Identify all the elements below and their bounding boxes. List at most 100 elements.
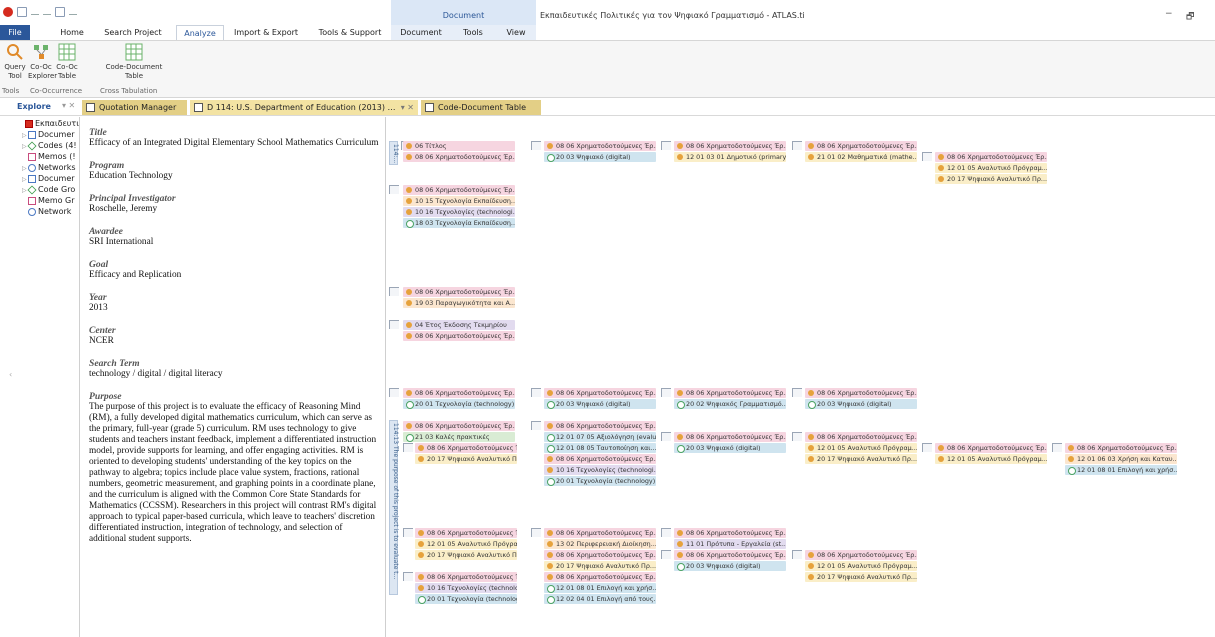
tab-home[interactable]: Home [55, 25, 89, 40]
code-label[interactable]: 08 06 Χρηματοδοτούμενες Έρ... [403, 152, 515, 162]
code-label[interactable]: 12 01 05 Αναλυτικό Πρόγραμ... [935, 163, 1047, 173]
code-label[interactable]: 10 16 Τεχνολογίες (technologi... [544, 465, 656, 475]
code-label[interactable]: 08 06 Χρηματοδοτούμενες Έρ... [805, 388, 917, 398]
code-group-bracket[interactable] [661, 388, 671, 397]
code-label[interactable]: 08 06 Χρηματοδοτούμενες Έρ... [674, 550, 786, 560]
code-label[interactable]: 08 06 Χρηματοδοτούμενες Έρ... [674, 388, 786, 398]
minimize-button[interactable]: − [1165, 9, 1173, 19]
code-label[interactable]: 08 06 Χρηματοδοτούμενες Έρ... [544, 454, 656, 464]
code-group-bracket[interactable] [389, 388, 399, 397]
tab-search-project[interactable]: Search Project [98, 25, 168, 40]
tree-item-codes[interactable]: ▷ Codes (4! [22, 140, 77, 151]
code-label[interactable]: 08 06 Χρηματοδοτούμενες Έρ... [415, 528, 517, 538]
code-label[interactable]: 10 15 Τεχνολογία Εκπαίδευση... [403, 196, 515, 206]
code-group-bracket[interactable] [531, 421, 541, 430]
explore-pane-title[interactable]: Explore [17, 102, 51, 111]
tree-item-project[interactable]: Εκπαιδευτι [25, 119, 79, 128]
code-group-bracket[interactable] [403, 572, 413, 581]
code-label[interactable]: 08 06 Χρηματοδοτούμενες Έρ... [415, 572, 517, 582]
code-group-bracket[interactable] [792, 550, 802, 559]
code-label[interactable]: 12 01 03 01 Δημοτικό (primary) [674, 152, 786, 162]
tab-tools-support[interactable]: Tools & Support [312, 25, 388, 40]
code-label[interactable]: 20 02 Ψηφιακός Γραμματισμό... [674, 399, 786, 409]
code-label[interactable]: 20 17 Ψηφιακό Αναλυτικό Πρ... [805, 572, 917, 582]
code-label[interactable]: 08 06 Χρηματοδοτούμενες Έρ... [544, 550, 656, 560]
tab-tools[interactable]: Tools [457, 25, 489, 40]
query-tool-button[interactable]: Query Tool [2, 43, 28, 81]
tab-view[interactable]: View [501, 25, 531, 40]
code-group-bracket[interactable] [661, 550, 671, 559]
quotation-bar[interactable]: 114:... [389, 141, 399, 165]
code-label[interactable]: 08 06 Χρηματοδοτούμενες Έρ... [674, 528, 786, 538]
code-label[interactable]: 20 17 Ψηφιακό Αναλυτικό Πρ... [415, 454, 517, 464]
code-label[interactable]: 12 02 04 01 Επιλογή από τους... [544, 594, 656, 604]
tree-item-networks[interactable]: ▷ Networks [22, 163, 76, 172]
code-label[interactable]: 10 16 Τεχνολογίες (technologi... [403, 207, 515, 217]
code-label[interactable]: 08 06 Χρηματοδοτούμενες Έρ... [403, 331, 515, 341]
code-label[interactable]: 04 Έτος Έκδοσης Τεκμηρίου [403, 320, 515, 330]
code-document-table-button[interactable]: Code-Document Table [100, 43, 168, 81]
code-group-bracket[interactable] [389, 287, 399, 296]
code-label[interactable]: 08 06 Χρηματοδοτούμενες Έρ... [403, 388, 515, 398]
code-label[interactable]: 11 01 Πρότυπα - Εργαλεία (st... [674, 539, 786, 549]
code-label[interactable]: 19 03 Παραγωγικότητα και Α... [403, 298, 515, 308]
customize-toolbar-icon[interactable] [69, 9, 77, 15]
tree-item-network-groups[interactable]: Network [22, 207, 71, 216]
tab-analyze[interactable]: Analyze [176, 25, 224, 40]
code-label[interactable]: 12 01 05 Αναλυτικό Πρόγραμ... [805, 561, 917, 571]
code-label[interactable]: 18 03 Τεχνολογία Εκπαίδευση... [403, 218, 515, 228]
code-label[interactable]: 12 01 05 Αναλυτικό Πρόγραμ... [935, 454, 1047, 464]
atlas-logo-icon[interactable] [3, 7, 13, 17]
code-label[interactable]: 20 01 Τεχνολογία (technology) [415, 594, 517, 604]
code-group-bracket[interactable] [531, 388, 541, 397]
tree-item-code-groups[interactable]: ▷ Code Gro [22, 184, 75, 195]
tree-item-memos[interactable]: Memos (! [22, 152, 76, 161]
code-label[interactable]: 12 01 05 Αναλυτικό Πρόγραμ... [805, 443, 917, 453]
tab-document[interactable]: Document [397, 25, 445, 40]
code-group-bracket[interactable] [661, 528, 671, 537]
code-group-bracket[interactable] [389, 320, 399, 329]
code-group-bracket[interactable] [661, 432, 671, 441]
quotation-bar[interactable]: 114:13 The purpose of this project is to… [389, 420, 399, 595]
tree-item-documents[interactable]: ▷ Documer [22, 130, 75, 139]
code-label[interactable]: 08 06 Χρηματοδοτούμενες Έρ... [544, 141, 656, 151]
code-label[interactable]: 08 06 Χρηματοδοτούμενες Έρ... [935, 152, 1047, 162]
tab-code-document-table[interactable]: Code-Document Table [421, 100, 541, 115]
code-label[interactable]: 20 17 Ψηφιακό Αναλυτικό Πρ... [544, 561, 656, 571]
code-label[interactable]: 08 06 Χρηματοδοτούμενες Έρ... [403, 421, 515, 431]
code-label[interactable]: 12 01 05 Αναλυτικό Πρόγραμ... [415, 539, 517, 549]
code-label[interactable]: 20 17 Ψηφιακό Αναλυτικό Πρ... [805, 454, 917, 464]
tab-document-d114[interactable]: D 114: U.S. Department of Education (201… [190, 100, 418, 115]
code-label[interactable]: 20 01 Τεχνολογία (technology) [403, 399, 515, 409]
close-icon[interactable]: ▾ ✕ [401, 100, 414, 115]
code-label[interactable]: 20 01 Τεχνολογία (technology) [544, 476, 656, 486]
undo-icon[interactable] [31, 9, 39, 15]
code-label[interactable]: 08 06 Χρηματοδοτούμενες Έρ... [403, 185, 515, 195]
collapse-arrow-icon[interactable]: ‹ [9, 370, 12, 379]
tree-item-memo-groups[interactable]: Memo Gr [22, 196, 75, 205]
code-group-bracket[interactable] [922, 152, 932, 161]
code-group-bracket[interactable] [403, 528, 413, 537]
code-label[interactable]: 08 06 Χρηματοδοτούμενες Έρ... [805, 141, 917, 151]
cooc-table-button[interactable]: Co-Oc Table [54, 43, 80, 81]
code-label[interactable]: 21 03 Καλές πρακτικές [403, 432, 515, 442]
tab-quotation-manager[interactable]: Quotation Manager [82, 100, 187, 115]
code-label[interactable]: 08 06 Χρηματοδοτούμενες Έρ... [674, 141, 786, 151]
tree-item-document-groups[interactable]: ▷ Documer [22, 174, 75, 183]
code-group-bracket[interactable] [792, 141, 802, 150]
tab-file[interactable]: File [0, 25, 30, 40]
code-group-bracket[interactable] [403, 443, 413, 452]
code-label[interactable]: 08 06 Χρηματοδοτούμενες Έρ... [935, 443, 1047, 453]
restore-button[interactable]: 🗗 [1186, 9, 1194, 25]
code-label[interactable]: 08 06 Χρηματοδοτούμενες Έρ... [544, 421, 656, 431]
code-label[interactable]: 20 17 Ψηφιακό Αναλυτικό Πρ... [935, 174, 1047, 184]
code-group-bracket[interactable] [922, 443, 932, 452]
code-label[interactable]: 12 01 08 05 Ταυτοποίηση και... [544, 443, 656, 453]
code-label[interactable]: 06 Τίτλος [403, 141, 515, 151]
explore-pin-icon[interactable]: ▾ ✕ [62, 101, 75, 110]
code-label[interactable]: 20 17 Ψηφιακό Αναλυτικό Πρ... [415, 550, 517, 560]
document-content[interactable]: Title Efficacy of an Integrated Digital E… [89, 127, 379, 556]
window-icon[interactable] [55, 7, 65, 17]
code-group-bracket[interactable] [792, 432, 802, 441]
code-label[interactable]: 10 16 Τεχνολογίες (technologi... [415, 583, 517, 593]
